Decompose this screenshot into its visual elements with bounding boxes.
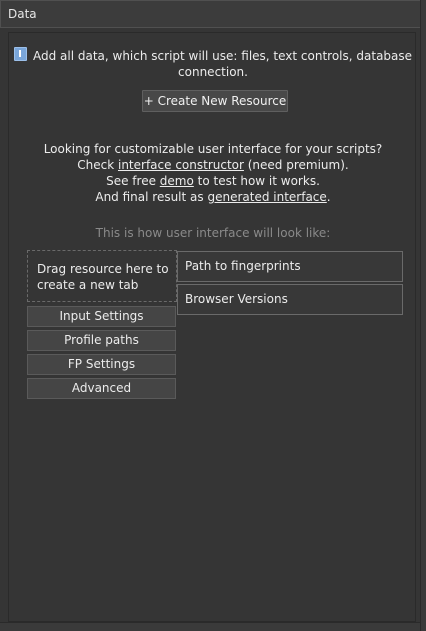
tab-input-settings[interactable]: Input Settings bbox=[27, 306, 176, 327]
field-browser-versions[interactable]: Browser Versions bbox=[177, 284, 403, 315]
info-icon bbox=[13, 47, 27, 61]
tab-advanced[interactable]: Advanced bbox=[27, 378, 176, 399]
vertical-scrollbar[interactable] bbox=[420, 0, 426, 631]
demo-link[interactable]: demo bbox=[160, 174, 194, 188]
help-line4: And final result as generated interface. bbox=[95, 190, 331, 204]
preview-caption: This is how user interface will look lik… bbox=[95, 226, 331, 240]
drag-text-line2: create a new tab bbox=[37, 278, 139, 292]
info-text-line1: Add all data, which script will use: fil… bbox=[32, 49, 413, 63]
drag-resource-dropzone[interactable]: Drag resource here to create a new tab bbox=[27, 250, 177, 302]
tab-profile-paths[interactable]: Profile paths bbox=[27, 330, 176, 351]
info-message: Add all data, which script will use: fil… bbox=[9, 47, 417, 80]
field-path-to-fingerprints[interactable]: Path to fingerprints bbox=[177, 251, 403, 282]
drag-text-line1: Drag resource here to bbox=[37, 262, 169, 276]
generated-interface-link[interactable]: generated interface bbox=[207, 190, 326, 204]
tab-fp-settings[interactable]: FP Settings bbox=[27, 354, 176, 375]
panel-content: Add all data, which script will use: fil… bbox=[8, 32, 416, 622]
info-text-line2: connection. bbox=[178, 65, 248, 79]
panel-title: Data bbox=[0, 0, 422, 28]
help-line3: See free demo to test how it works. bbox=[106, 174, 320, 188]
horizontal-scrollbar[interactable] bbox=[0, 622, 420, 631]
data-panel: Data Add all data, which script will use… bbox=[0, 0, 426, 631]
interface-constructor-link[interactable]: interface constructor bbox=[118, 158, 244, 172]
create-new-resource-button[interactable]: + Create New Resource bbox=[142, 90, 288, 112]
help-text: Looking for customizable user interface … bbox=[9, 141, 417, 205]
help-line1: Looking for customizable user interface … bbox=[43, 142, 383, 156]
help-line2: Check interface constructor (need premiu… bbox=[77, 158, 349, 172]
